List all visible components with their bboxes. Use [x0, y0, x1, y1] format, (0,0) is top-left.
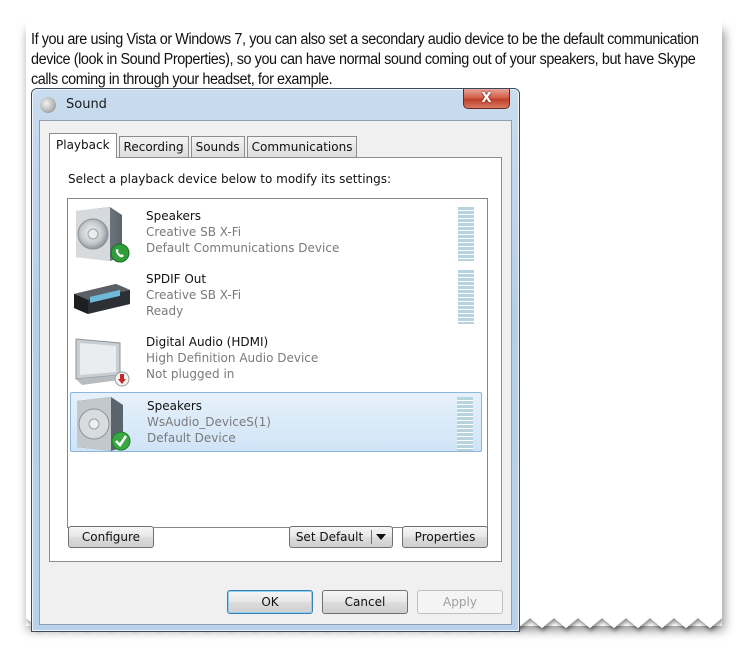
device-name: Digital Audio (HDMI)	[146, 335, 269, 349]
tab-communications[interactable]: Communications	[246, 136, 358, 157]
title-bar[interactable]: Sound X	[32, 89, 519, 121]
device-item-selected[interactable]: Speakers WsAudio_DeviceS(1) Default Devi…	[70, 392, 482, 452]
device-name: Speakers	[147, 399, 203, 413]
ok-label: OK	[261, 595, 279, 609]
device-driver: WsAudio_DeviceS(1)	[147, 415, 271, 429]
sound-speaker-icon	[40, 97, 56, 113]
chevron-down-icon[interactable]	[371, 530, 387, 544]
dialog-title: Sound	[66, 97, 107, 112]
tab-playback[interactable]: Playback	[49, 133, 117, 158]
level-meter	[458, 270, 474, 324]
level-meter	[457, 397, 473, 451]
spdif-device-icon	[74, 284, 130, 314]
device-name: Speakers	[146, 209, 202, 223]
properties-label: Properties	[414, 530, 476, 544]
device-status: Not plugged in	[146, 367, 235, 381]
device-driver: Creative SB X-Fi	[146, 288, 242, 302]
playback-panel: Select a playback device below to modify…	[49, 157, 502, 562]
device-driver: High Definition Audio Device	[146, 351, 319, 365]
device-item[interactable]: Digital Audio (HDMI) High Definition Aud…	[70, 329, 482, 389]
close-icon: X	[481, 91, 492, 106]
cancel-button[interactable]: Cancel	[322, 590, 408, 614]
checkmark-badge-icon	[111, 431, 131, 451]
device-status: Default Communications Device	[146, 241, 340, 255]
apply-button[interactable]: Apply	[417, 590, 503, 614]
device-item[interactable]: SPDIF Out Creative SB X-Fi Ready	[70, 266, 482, 326]
sound-dialog: Sound X Playback Recording Sounds Commun…	[31, 88, 520, 632]
tab-strip: Playback Recording Sounds Communications	[49, 133, 359, 158]
device-list[interactable]: Speakers Creative SB X-Fi Default Commun…	[67, 198, 488, 528]
close-button[interactable]: X	[463, 89, 510, 109]
tab-sounds[interactable]: Sounds	[190, 136, 245, 157]
cancel-label: Cancel	[344, 595, 386, 609]
device-status: Ready	[146, 304, 184, 318]
phone-badge-icon	[110, 243, 130, 263]
apply-label: Apply	[443, 595, 477, 609]
set-default-button[interactable]: Set Default	[289, 526, 393, 548]
set-default-label: Set Default	[295, 530, 364, 544]
unplugged-badge-icon	[114, 371, 130, 387]
ok-button[interactable]: OK	[227, 590, 313, 614]
properties-button[interactable]: Properties	[402, 526, 488, 548]
instruction-text: Select a playback device below to modify…	[68, 172, 392, 186]
configure-label: Configure	[81, 530, 141, 544]
article-intro-text: If you are using Vista or Windows 7, you…	[31, 31, 699, 88]
device-status: Default Device	[147, 431, 236, 445]
configure-button[interactable]: Configure	[68, 526, 154, 548]
device-name: SPDIF Out	[146, 272, 207, 286]
tab-recording[interactable]: Recording	[118, 136, 189, 157]
level-meter	[458, 207, 474, 261]
dialog-client-area: Playback Recording Sounds Communications…	[39, 120, 512, 625]
device-driver: Creative SB X-Fi	[146, 225, 242, 239]
device-item[interactable]: Speakers Creative SB X-Fi Default Commun…	[70, 203, 482, 263]
